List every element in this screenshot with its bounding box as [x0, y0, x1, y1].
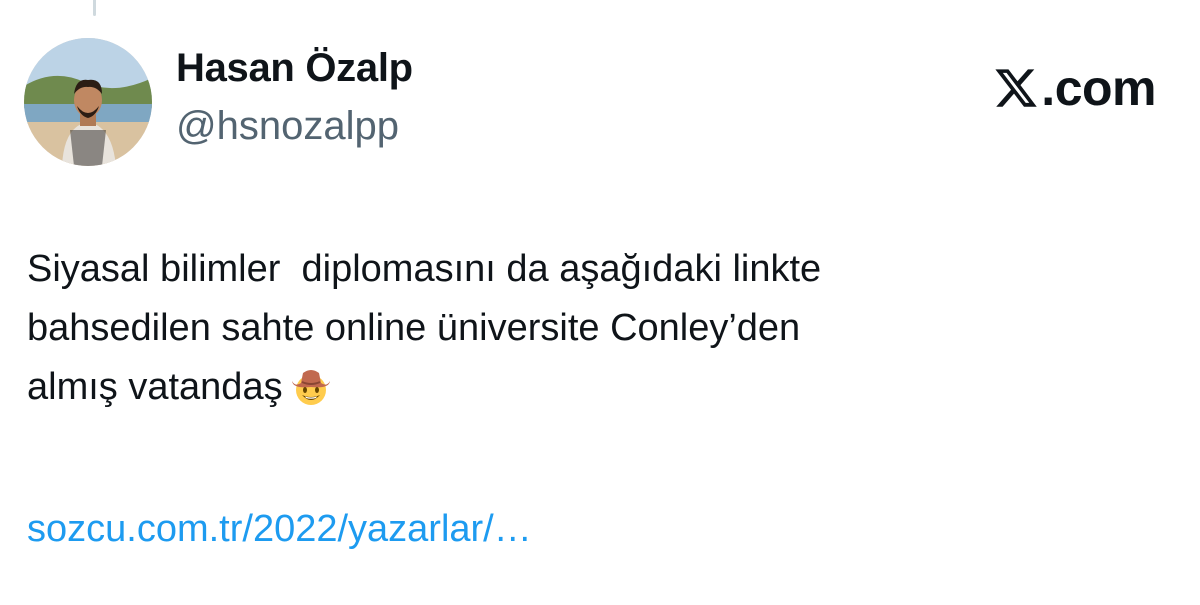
- x-com-brand: .com: [993, 60, 1156, 116]
- tweet-text-container: Siyasal bilimler diplomasını da aşağıdak…: [27, 240, 1167, 417]
- author-handle[interactable]: @hsnozalpp: [176, 104, 399, 149]
- x-logo-icon: [995, 69, 1038, 107]
- author-name[interactable]: Hasan Özalp: [176, 46, 413, 91]
- tweet-link[interactable]: sozcu.com.tr/2022/yazarlar/…: [27, 508, 532, 551]
- thread-connector-line: [93, 0, 96, 16]
- tweet-text: Siyasal bilimler diplomasını da aşağıdak…: [27, 248, 822, 408]
- avatar[interactable]: [24, 38, 152, 166]
- brand-domain-label: .com: [1041, 60, 1156, 116]
- avatar-image: [24, 38, 152, 166]
- cowboy-hat-face-emoji: [291, 370, 330, 405]
